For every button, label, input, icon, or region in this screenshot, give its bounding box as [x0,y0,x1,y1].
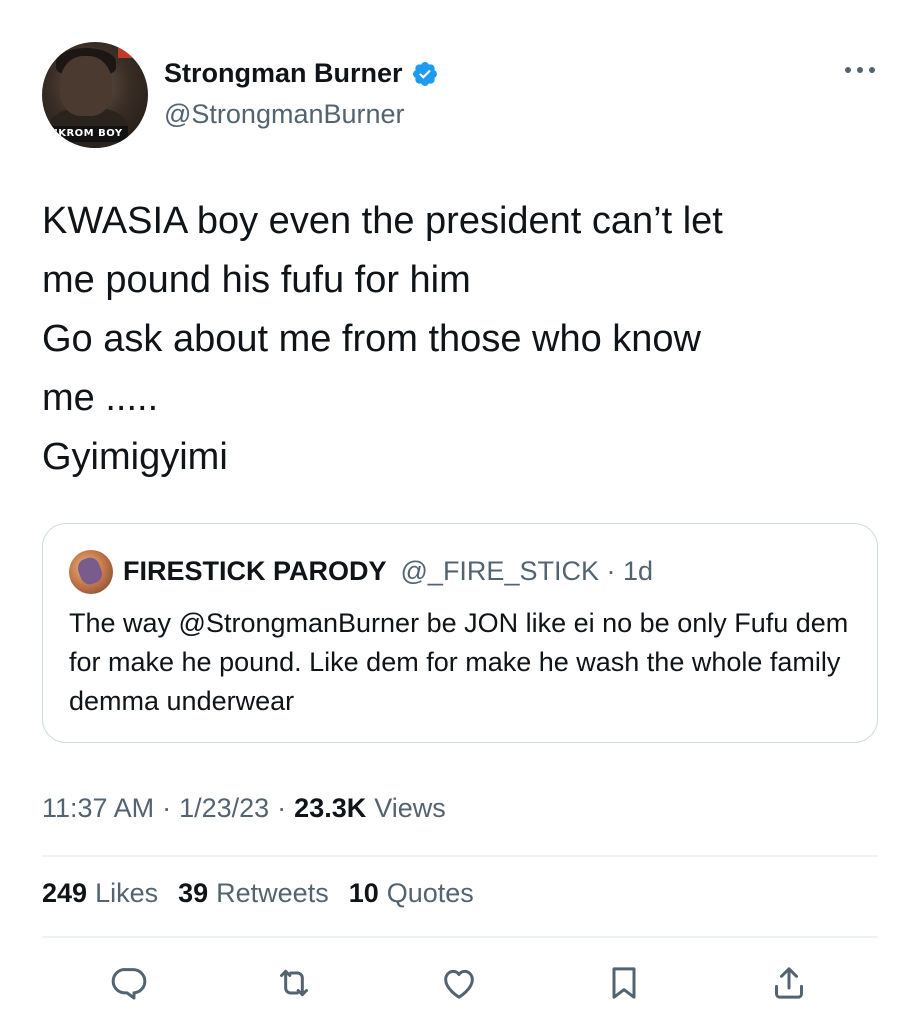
bookmark-button[interactable] [599,958,649,1008]
tweet-meta: 11:37 AM · 1/23/23 · 23.3K Views [42,793,446,824]
quotes-stat[interactable]: 10 Quotes [349,878,474,909]
author-handle[interactable]: @StrongmanBurner [164,99,405,130]
tweet-header: NKROM BOY Strongman Burner @StrongmanBur… [42,42,880,152]
quoted-display-name: FIRESTICK PARODY [123,556,387,586]
avatar-face [60,56,112,116]
meta-separator: · [277,793,287,823]
views-label: Views [374,793,446,823]
quoted-name-row: FIRESTICK PARODY @_FIRE_STICK · 1d [123,556,653,587]
verified-badge-icon [412,61,437,86]
retweets-label: Retweets [216,878,329,908]
like-icon [444,969,474,999]
share-icon [775,967,803,999]
quoted-avatar-figure [75,555,105,587]
quoted-tweet[interactable]: FIRESTICK PARODY @_FIRE_STICK · 1d The w… [42,523,878,743]
retweet-icon [280,969,308,997]
retweet-button[interactable] [269,958,319,1008]
tweet-text: KWASIA boy even the president can’t let … [42,200,723,478]
retweets-count: 39 [178,878,209,908]
retweets-stat[interactable]: 39 Retweets [178,878,329,909]
likes-label: Likes [95,878,159,908]
views-count: 23.3K [294,793,367,823]
bookmark-icon [612,967,636,999]
reply-button[interactable] [104,958,154,1008]
divider [42,855,878,857]
engagement-stats: 249 Likes 39 Retweets 10 Quotes [42,878,494,909]
author-display-name[interactable]: Strongman Burner [164,58,403,89]
reply-icon [111,968,147,1000]
divider [42,936,878,938]
likes-count: 249 [42,878,88,908]
meta-separator: · [162,793,172,823]
tweet-date[interactable]: 1/23/23 [179,793,269,824]
tweet-time[interactable]: 11:37 AM [42,793,154,824]
quotes-label: Quotes [386,878,474,908]
quoted-author-avatar [69,550,113,594]
avatar-caption: NKROM BOY [44,126,128,142]
quoted-handle-time: @_FIRE_STICK · 1d [400,556,653,586]
quoted-text: The way @StrongmanBurner be JON like ei … [69,608,849,716]
likes-stat[interactable]: 249 Likes [42,878,158,909]
author-avatar[interactable]: NKROM BOY [42,42,148,148]
avatar-badge [118,48,134,58]
more-options-icon[interactable] [840,58,880,82]
share-button[interactable] [764,958,814,1008]
quotes-count: 10 [348,878,379,908]
action-bar [42,958,878,1008]
like-button[interactable] [434,958,484,1008]
author-name-row: Strongman Burner [164,58,439,89]
